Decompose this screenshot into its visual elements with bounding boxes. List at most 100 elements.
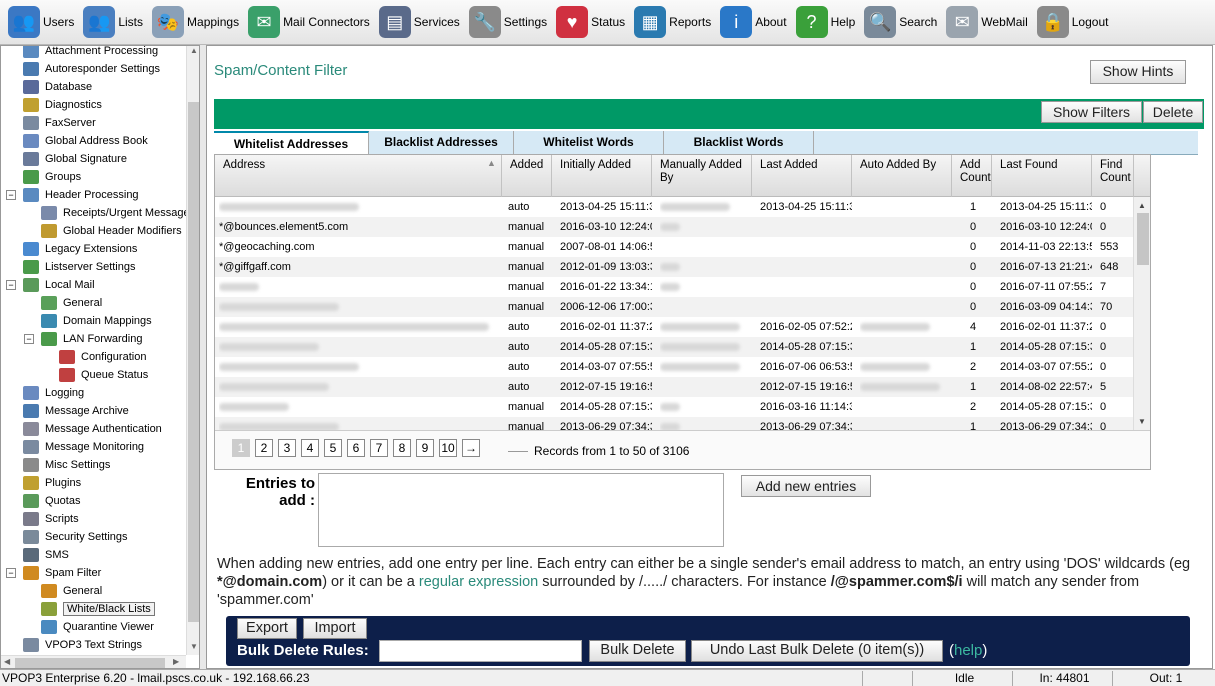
tree-item-domain-mappings[interactable]: Domain Mappings	[1, 312, 187, 330]
grid-vertical-scrollbar[interactable]: ▲ ▼	[1133, 197, 1150, 430]
tree-item-queue-status[interactable]: Queue Status	[1, 366, 187, 384]
next-page-icon[interactable]: →	[462, 439, 480, 457]
table-row[interactable]: auto 2016-02-01 11:37:2 2016-02-05 07:52:2…	[215, 317, 1133, 337]
export-button[interactable]: Export	[237, 618, 297, 639]
toolbar-status-button[interactable]: ♥ Status	[556, 2, 625, 42]
tree-item-global-address-book[interactable]: Global Address Book	[1, 132, 187, 150]
table-row[interactable]: manual 2006-12-06 17:00:3 0 2016-03-09 04:1…	[215, 297, 1133, 317]
tree-item-scripts[interactable]: Scripts	[1, 510, 187, 528]
page-link[interactable]: 3	[278, 439, 296, 457]
page-link[interactable]: 4	[301, 439, 319, 457]
tree-item-global-header-modifiers[interactable]: Global Header Modifiers	[1, 222, 187, 240]
tree-item-logging[interactable]: Logging	[1, 384, 187, 402]
bulk-delete-button[interactable]: Bulk Delete	[589, 640, 686, 662]
tree-item-groups[interactable]: Groups	[1, 168, 187, 186]
tree-item-local-mail[interactable]: − Local Mail	[1, 276, 187, 294]
toolbar-search-button[interactable]: 🔍 Search	[864, 2, 937, 42]
tab-blacklist-words[interactable]: Blacklist Words	[664, 131, 814, 155]
show-filters-button[interactable]: Show Filters	[1041, 101, 1142, 123]
tree-item-listserver-settings[interactable]: Listserver Settings	[1, 258, 187, 276]
tree-item-diagnostics[interactable]: Diagnostics	[1, 96, 187, 114]
column-header[interactable]: Find Count	[1092, 155, 1134, 197]
table-row[interactable]: auto 2013-04-25 15:11:3 2013-04-25 15:11:3…	[215, 197, 1133, 217]
grid-scroll-up-icon[interactable]: ▲	[1138, 201, 1146, 210]
column-header[interactable]: Initially Added	[552, 155, 652, 197]
tab-whitelist-addresses[interactable]: Whitelist Addresses	[214, 131, 369, 156]
collapse-toggle-icon[interactable]: −	[6, 280, 16, 290]
grid-scroll-down-icon[interactable]: ▼	[1138, 417, 1146, 426]
column-header[interactable]: Add Count	[952, 155, 992, 197]
entries-textarea[interactable]	[318, 473, 724, 547]
scroll-up-arrow-icon[interactable]: ▲	[187, 46, 199, 58]
scroll-left-arrow-icon[interactable]: ◀	[4, 657, 10, 666]
toolbar-webmail-button[interactable]: ✉ WebMail	[946, 2, 1028, 42]
page-link[interactable]: 9	[416, 439, 434, 457]
table-row[interactable]: *@giffgaff.com manual 2012-01-09 13:03:3 0 2…	[215, 257, 1133, 277]
tree-item-message-archive[interactable]: Message Archive	[1, 402, 187, 420]
tree-item-security-settings[interactable]: Security Settings	[1, 528, 187, 546]
regular-expression-link[interactable]: regular expression	[419, 574, 538, 590]
tree-item-global-signature[interactable]: Global Signature	[1, 150, 187, 168]
tree-item-lan-forwarding[interactable]: − LAN Forwarding	[1, 330, 187, 348]
collapse-toggle-icon[interactable]: −	[6, 190, 16, 200]
page-link[interactable]: 1	[232, 439, 250, 457]
table-row[interactable]: auto 2012-07-15 19:16:5 2012-07-15 19:16:5…	[215, 377, 1133, 397]
column-header[interactable]: Address	[215, 155, 502, 197]
tree-item-general[interactable]: General	[1, 582, 187, 600]
tab-whitelist-words[interactable]: Whitelist Words	[514, 131, 664, 155]
page-link[interactable]: 8	[393, 439, 411, 457]
collapse-toggle-icon[interactable]: −	[6, 568, 16, 578]
table-row[interactable]: manual 2014-05-28 07:15:3 2016-03-16 11:14…	[215, 397, 1133, 417]
toolbar-mail-connectors-button[interactable]: ✉ Mail Connectors	[248, 2, 370, 42]
tab-blacklist-addresses[interactable]: Blacklist Addresses	[369, 131, 514, 155]
tree-item-general[interactable]: General	[1, 294, 187, 312]
table-row[interactable]: *@geocaching.com manual 2007-08-01 14:06:5…	[215, 237, 1133, 257]
collapse-toggle-icon[interactable]: −	[24, 334, 34, 344]
add-new-entries-button[interactable]: Add new entries	[741, 475, 871, 497]
tree-vertical-scrollbar[interactable]: ▲ ▼	[186, 46, 199, 655]
grid-scroll-thumb[interactable]	[1137, 213, 1149, 265]
bulk-help-link[interactable]: help	[954, 642, 982, 659]
column-header[interactable]: Auto Added By	[852, 155, 952, 197]
tree-item-faxserver[interactable]: FaxServer	[1, 114, 187, 132]
page-link[interactable]: 2	[255, 439, 273, 457]
toolbar-mappings-button[interactable]: 🎭 Mappings	[152, 2, 239, 42]
tree-item-plugins[interactable]: Plugins	[1, 474, 187, 492]
tree-item-misc-settings[interactable]: Misc Settings	[1, 456, 187, 474]
tree-hscroll-thumb[interactable]	[15, 658, 165, 668]
tree-item-database[interactable]: Database	[1, 78, 187, 96]
page-link[interactable]: 5	[324, 439, 342, 457]
column-header[interactable]: Last Found	[992, 155, 1092, 197]
table-row[interactable]: auto 2014-03-07 07:55:5 2016-07-06 06:53:5…	[215, 357, 1133, 377]
column-header[interactable]: Manually Added By	[652, 155, 752, 197]
tree-item-message-authentication[interactable]: Message Authentication	[1, 420, 187, 438]
show-hints-button[interactable]: Show Hints	[1090, 60, 1186, 84]
page-link[interactable]: 10	[439, 439, 457, 457]
column-header[interactable]: Added	[502, 155, 552, 197]
scroll-right-arrow-icon[interactable]: ▶	[173, 657, 179, 666]
toolbar-help-button[interactable]: ? Help	[795, 2, 855, 42]
tree-item-vpop3-text-strings[interactable]: VPOP3 Text Strings	[1, 636, 187, 654]
tree-item-header-processing[interactable]: − Header Processing	[1, 186, 187, 204]
tree-item-receipts-urgent-messages[interactable]: Receipts/Urgent Messages	[1, 204, 195, 222]
tree-item-message-monitoring[interactable]: Message Monitoring	[1, 438, 187, 456]
table-row[interactable]: manual 2016-01-22 13:34:1 0 2016-07-11 07:5…	[215, 277, 1133, 297]
toolbar-logout-button[interactable]: 🔒 Logout	[1036, 2, 1108, 42]
tree-scroll-thumb[interactable]	[188, 102, 199, 622]
undo-bulk-delete-button[interactable]: Undo Last Bulk Delete (0 item(s))	[691, 640, 943, 662]
page-link[interactable]: 7	[370, 439, 388, 457]
tree-item-quotas[interactable]: Quotas	[1, 492, 187, 510]
tree-horizontal-scrollbar[interactable]: ◀ ▶	[1, 655, 186, 668]
tree-item-spam-filter[interactable]: − Spam Filter	[1, 564, 187, 582]
tree-item-attachment-processing[interactable]: Attachment Processing	[1, 46, 187, 60]
tree-item-configuration[interactable]: Configuration	[1, 348, 187, 366]
table-row[interactable]: auto 2014-05-28 07:15:3 2014-05-28 07:15:3…	[215, 337, 1133, 357]
page-link[interactable]: 6	[347, 439, 365, 457]
tree-item-autoresponder-settings[interactable]: Autoresponder Settings	[1, 60, 187, 78]
toolbar-services-button[interactable]: ▤ Services	[378, 2, 460, 42]
tree-item-white-black-lists[interactable]: White/Black Lists	[1, 600, 187, 618]
toolbar-lists-button[interactable]: 👥 Lists	[83, 2, 143, 42]
column-header[interactable]: Last Added	[752, 155, 852, 197]
toolbar-users-button[interactable]: 👥 Users	[8, 2, 74, 42]
toolbar-about-button[interactable]: i About	[720, 2, 787, 42]
